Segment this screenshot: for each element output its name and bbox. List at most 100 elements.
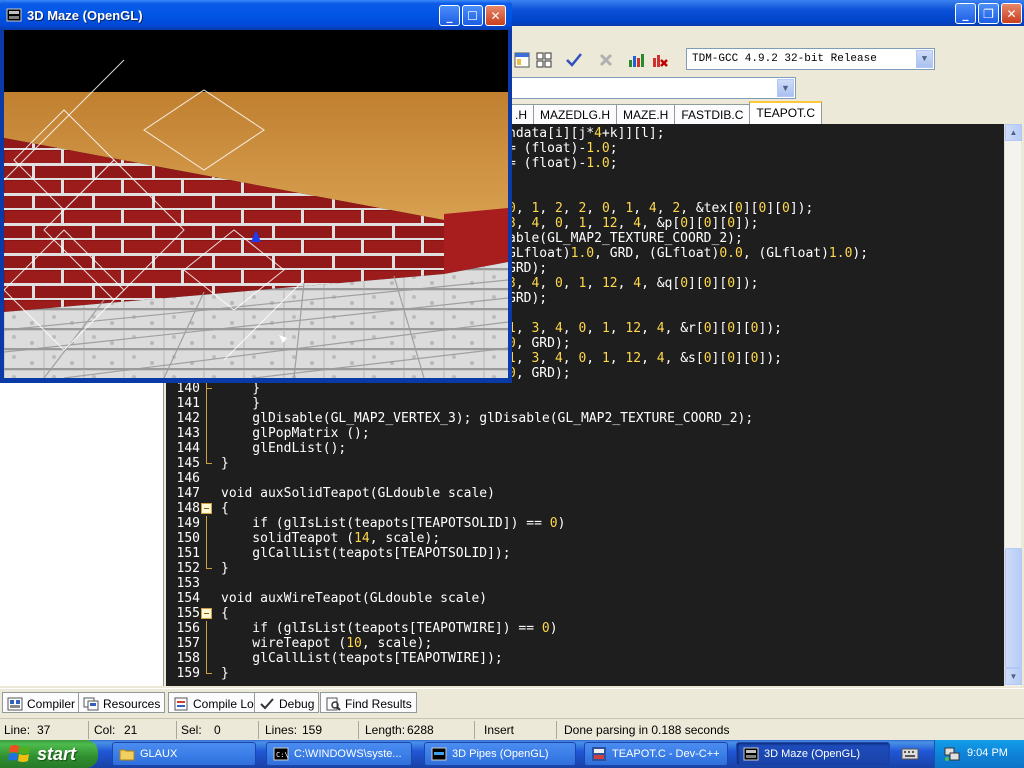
- maze-minimize-button[interactable]: _: [439, 5, 460, 26]
- fold-guide: [206, 411, 207, 426]
- file-tab[interactable]: FASTDIB.C: [674, 104, 751, 124]
- code-line[interactable]: 146: [166, 471, 1004, 486]
- scroll-down-icon[interactable]: ▼: [1005, 668, 1022, 685]
- code-text: glPopMatrix ();: [221, 426, 370, 441]
- fold-guide: [206, 636, 207, 651]
- scroll-thumb[interactable]: [1005, 548, 1022, 668]
- file-tab[interactable]: MAZEDLG.H: [533, 104, 618, 124]
- code-text: void auxSolidTeapot(GLdouble scale): [221, 486, 495, 501]
- code-line[interactable]: 155 {: [166, 606, 1004, 621]
- line-number: 145: [176, 456, 200, 471]
- task-label: GLAUX: [140, 748, 178, 760]
- code-line[interactable]: 158 glCallList(teapots[TEAPOTWIRE]);: [166, 651, 1004, 666]
- line-number: 148: [176, 501, 200, 516]
- start-label: start: [37, 743, 77, 764]
- maze-maximize-button[interactable]: ☐: [462, 5, 483, 26]
- code-line[interactable]: 152}: [166, 561, 1004, 576]
- compiler-select[interactable]: TDM-GCC 4.9.2 32-bit Release ▼: [686, 48, 935, 70]
- chart-icon[interactable]: [626, 50, 646, 70]
- code-line[interactable]: 153: [166, 576, 1004, 591]
- chevron-down-icon[interactable]: ▼: [916, 50, 933, 68]
- status-bar: Line: 37 Col: 21 Sel: 0 Lines: 159 Lengt…: [0, 718, 1024, 740]
- code-line[interactable]: 143 glPopMatrix ();: [166, 426, 1004, 441]
- keyboard-icon[interactable]: [900, 744, 920, 764]
- code-text: 0, 1, 2, 2, 0, 1, 4, 2, &tex[0][0][0]);: [508, 201, 814, 216]
- layout-icon[interactable]: [512, 50, 532, 70]
- task-3d-maze[interactable]: 3D Maze (OpenGL): [736, 742, 890, 766]
- code-text: 3, 4, 0, 1, 12, 4, &q[0][0][0]);: [508, 276, 759, 291]
- tab-find-results[interactable]: Find Results: [320, 692, 417, 713]
- task-cmd[interactable]: C:\ C:\WINDOWS\syste...: [266, 742, 412, 766]
- file-tabs: .H MAZEDLG.H MAZE.H FASTDIB.C TEAPOT.C: [508, 101, 823, 124]
- code-line[interactable]: 150 solidTeapot (14, scale);: [166, 531, 1004, 546]
- start-button[interactable]: start: [0, 740, 98, 768]
- function-combo[interactable]: ▼: [510, 77, 796, 99]
- tab-resources[interactable]: Resources: [78, 692, 166, 713]
- code-line[interactable]: 157 wireTeapot (10, scale);: [166, 636, 1004, 651]
- code-text: {: [221, 606, 229, 621]
- tab-compiler[interactable]: Compiler: [2, 692, 81, 713]
- ide-minimize-button[interactable]: _: [955, 3, 976, 24]
- code-text: = (float)-1.0;: [508, 156, 618, 171]
- fold-guide: [206, 441, 207, 456]
- code-line[interactable]: 142 glDisable(GL_MAP2_VERTEX_3); glDisab…: [166, 411, 1004, 426]
- task-glaux[interactable]: GLAUX: [112, 742, 256, 766]
- profile-delete-icon[interactable]: [650, 50, 670, 70]
- scroll-up-icon[interactable]: ▲: [1005, 124, 1022, 141]
- code-line[interactable]: 154 void auxWireTeapot(GLdouble scale): [166, 591, 1004, 606]
- maze-viewport[interactable]: [4, 30, 508, 378]
- line-number: 157: [176, 636, 200, 651]
- chevron-down-icon[interactable]: ▼: [777, 79, 794, 97]
- tab-debug[interactable]: Debug: [254, 692, 320, 713]
- code-line[interactable]: 141 }: [166, 396, 1004, 411]
- code-line[interactable]: 145}: [166, 456, 1004, 471]
- tab-label: Find Results: [345, 697, 412, 711]
- line-number: 150: [176, 531, 200, 546]
- devcpp-icon: [592, 747, 606, 761]
- code-text: if (glIsList(teapots[TEAPOTWIRE]) == 0): [221, 621, 558, 636]
- task-3d-pipes[interactable]: 3D Pipes (OpenGL): [424, 742, 576, 766]
- network-icon[interactable]: [943, 745, 961, 763]
- ide-close-button[interactable]: ✕: [1001, 3, 1022, 24]
- code-text: able(GL_MAP2_TEXTURE_COORD_2);: [508, 231, 743, 246]
- task-devcpp[interactable]: TEAPOT.C - Dev-C++: [584, 742, 728, 766]
- fold-toggle-icon[interactable]: [201, 608, 212, 619]
- code-line[interactable]: 148 {: [166, 501, 1004, 516]
- status-line-value: 37: [37, 723, 51, 737]
- code-text: }: [221, 381, 261, 396]
- status-col-value: 21: [124, 723, 138, 737]
- maze-window[interactable]: 3D Maze (OpenGL) _ ☐ ✕: [0, 0, 512, 383]
- tab-compile-log[interactable]: Compile Log: [168, 692, 266, 713]
- maze-close-button[interactable]: ✕: [485, 5, 506, 26]
- status-mode: Insert: [484, 723, 515, 737]
- code-line[interactable]: 151 glCallList(teapots[TEAPOTSOLID]);: [166, 546, 1004, 561]
- check-icon[interactable]: [564, 50, 584, 70]
- code-text: if (glIsList(teapots[TEAPOTSOLID]) == 0): [221, 516, 566, 531]
- line-number: 142: [176, 411, 200, 426]
- code-line[interactable]: 149 if (glIsList(teapots[TEAPOTSOLID]) =…: [166, 516, 1004, 531]
- editor-scrollbar[interactable]: ▲ ▼: [1004, 124, 1022, 686]
- code-text: 0, GRD);: [508, 336, 571, 351]
- grid-icon[interactable]: [534, 50, 554, 70]
- code-line[interactable]: 147 void auxSolidTeapot(GLdouble scale): [166, 486, 1004, 501]
- resources-icon: [83, 697, 99, 711]
- status-lines-value: 159: [302, 723, 323, 737]
- ide-restore-button[interactable]: ❐: [978, 3, 999, 24]
- fold-guide: [206, 426, 207, 441]
- code-line[interactable]: 144 glEndList();: [166, 441, 1004, 456]
- maze-title-bar[interactable]: 3D Maze (OpenGL) _ ☐ ✕: [0, 0, 512, 30]
- code-line[interactable]: 140 }: [166, 381, 1004, 396]
- tab-label: Compiler: [27, 697, 76, 711]
- fold-toggle-icon[interactable]: [201, 503, 212, 514]
- task-label: TEAPOT.C - Dev-C++: [612, 748, 720, 760]
- file-tab[interactable]: MAZE.H: [616, 104, 676, 124]
- tab-label: Resources: [103, 697, 161, 711]
- code-line[interactable]: 156 if (glIsList(teapots[TEAPOTWIRE]) ==…: [166, 621, 1004, 636]
- fold-guide: [206, 381, 212, 396]
- find-results-icon: [326, 697, 341, 711]
- file-tab[interactable]: TEAPOT.C: [749, 101, 823, 124]
- cancel-icon[interactable]: [596, 50, 616, 70]
- code-line[interactable]: 159}: [166, 666, 1004, 681]
- project-browser[interactable]: [0, 380, 164, 686]
- clock[interactable]: 9:04 PM: [967, 747, 1008, 759]
